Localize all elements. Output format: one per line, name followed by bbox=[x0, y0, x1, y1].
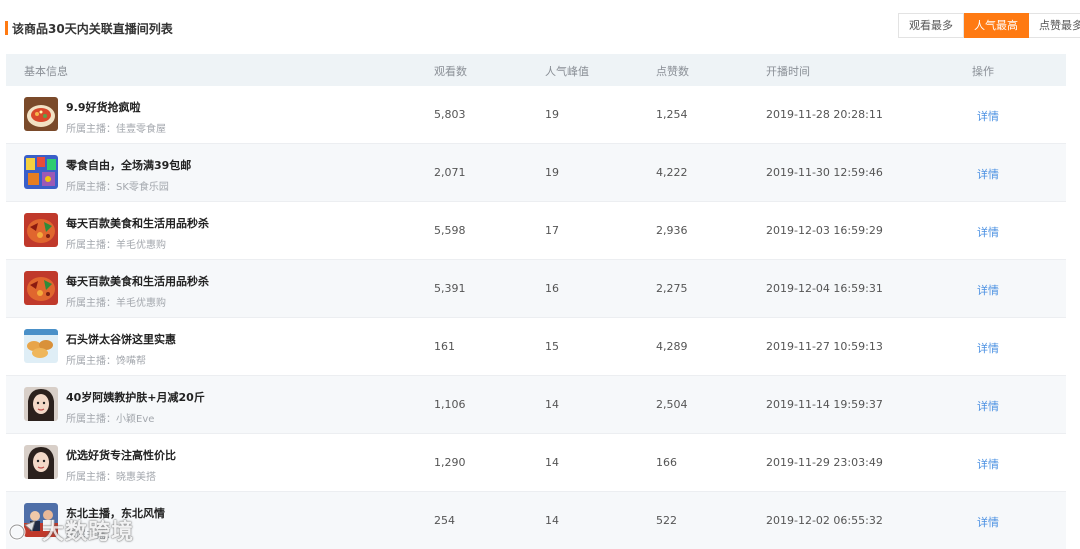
start-time-value: 2019-11-28 20:28:11 bbox=[766, 108, 883, 121]
likes-value: 166 bbox=[656, 456, 677, 469]
detail-link[interactable]: 详情 bbox=[977, 456, 999, 472]
table-row: 9.9好货抢疯啦所属主播：佳壹零食屋 5,803 19 1,254 2019-11-28… bbox=[6, 86, 1066, 144]
title-accent-bar bbox=[5, 21, 8, 35]
watermark-text: 大数跨境 bbox=[42, 520, 135, 545]
page-title: 该商品30天内关联直播间列表 bbox=[12, 22, 173, 36]
header-peak: 人气峰值 bbox=[545, 65, 589, 78]
start-time-value: 2019-11-30 12:59:46 bbox=[766, 166, 883, 179]
views-value: 1,106 bbox=[434, 398, 466, 411]
table-row: 优选好货专注高性价比 所属主播：晓惠美搭 1,290 14 166 2019-11-29 … bbox=[6, 434, 1066, 492]
peak-value: 14 bbox=[545, 456, 559, 469]
live-room-thumbnail bbox=[24, 329, 58, 363]
anchor-label: 所属主播：羊毛优惠购 bbox=[66, 298, 166, 309]
anchor-label: 所属主播：小颖Eve bbox=[66, 414, 155, 425]
anchor-label: 所属主播：佳壹零食屋 bbox=[66, 124, 166, 135]
views-value: 5,598 bbox=[434, 224, 466, 237]
page-header: 该商品30天内关联直播间列表 观看最多 人气最高 点赞最多 bbox=[0, 0, 1080, 54]
header-views: 观看数 bbox=[434, 65, 467, 78]
peak-value: 19 bbox=[545, 166, 559, 179]
views-value: 5,391 bbox=[434, 282, 466, 295]
views-value: 2,071 bbox=[434, 166, 466, 179]
views-value: 161 bbox=[434, 340, 455, 353]
detail-link[interactable]: 详情 bbox=[977, 166, 999, 182]
watermark: 大数跨境 bbox=[8, 514, 134, 546]
table-row: 每天百款美食和生活用品秒杀 所属主播：羊毛优惠购 5,391 16 2,275 2019-… bbox=[6, 260, 1066, 318]
sort-most-popular-button[interactable]: 人气最高 bbox=[964, 13, 1029, 38]
views-value: 254 bbox=[434, 514, 455, 527]
views-value: 5,803 bbox=[434, 108, 466, 121]
table-row: 每天百款美食和生活用品秒杀 所属主播：羊毛优惠购 5,598 17 2,936 2019-… bbox=[6, 202, 1066, 260]
anchor-label: 所属主播：馋嘴帮 bbox=[66, 356, 146, 367]
likes-value: 1,254 bbox=[656, 108, 688, 121]
watermark-logo-icon bbox=[8, 520, 36, 541]
start-time-value: 2019-11-27 10:59:13 bbox=[766, 340, 883, 353]
sort-most-viewed-button[interactable]: 观看最多 bbox=[898, 13, 964, 38]
anchor-label: 所属主播：羊毛优惠购 bbox=[66, 240, 166, 251]
detail-link[interactable]: 详情 bbox=[977, 398, 999, 414]
likes-value: 522 bbox=[656, 514, 677, 527]
start-time-value: 2019-12-03 16:59:29 bbox=[766, 224, 883, 237]
table-row: 石头饼太谷饼这里实惠 所属主播：馋嘴帮 161 15 4,289 2019-11-27 1… bbox=[6, 318, 1066, 376]
detail-link[interactable]: 详情 bbox=[977, 108, 999, 124]
live-room-thumbnail bbox=[24, 155, 58, 189]
likes-value: 4,222 bbox=[656, 166, 688, 179]
header-basic-info: 基本信息 bbox=[24, 65, 68, 78]
live-room-name: 优选好货专注高性价比 bbox=[66, 449, 176, 462]
views-value: 1,290 bbox=[434, 456, 466, 469]
peak-value: 15 bbox=[545, 340, 559, 353]
table-body: 9.9好货抢疯啦所属主播：佳壹零食屋 5,803 19 1,254 2019-11-28… bbox=[6, 86, 1066, 549]
live-room-name: 每天百款美食和生活用品秒杀 bbox=[66, 217, 209, 230]
live-room-thumbnail bbox=[24, 213, 58, 247]
peak-value: 14 bbox=[545, 514, 559, 527]
start-time-value: 2019-11-14 19:59:37 bbox=[766, 398, 883, 411]
start-time-value: 2019-12-02 06:55:32 bbox=[766, 514, 883, 527]
live-room-name: 石头饼太谷饼这里实惠 bbox=[66, 333, 176, 346]
live-room-name: 零食自由，全场满39包邮 bbox=[66, 159, 192, 172]
live-room-thumbnail bbox=[24, 387, 58, 421]
peak-value: 16 bbox=[545, 282, 559, 295]
detail-link[interactable]: 详情 bbox=[977, 340, 999, 356]
live-room-thumbnail bbox=[24, 97, 58, 131]
table-row: 零食自由，全场满39包邮 所属主播：SK零食乐园 2,071 19 4,222 2019-… bbox=[6, 144, 1066, 202]
peak-value: 14 bbox=[545, 398, 559, 411]
table-header: 基本信息 观看数 人气峰值 点赞数 开播时间 操作 bbox=[6, 54, 1066, 86]
likes-value: 2,504 bbox=[656, 398, 688, 411]
detail-link[interactable]: 详情 bbox=[977, 224, 999, 240]
anchor-label: 所属主播：晓惠美搭 bbox=[66, 472, 156, 483]
live-room-name: 每天百款美食和生活用品秒杀 bbox=[66, 275, 209, 288]
start-time-value: 2019-12-04 16:59:31 bbox=[766, 282, 883, 295]
header-start-time: 开播时间 bbox=[766, 65, 810, 78]
likes-value: 2,936 bbox=[656, 224, 688, 237]
header-likes: 点赞数 bbox=[656, 65, 689, 78]
live-room-name: 9.9好货抢疯啦 bbox=[66, 101, 141, 114]
live-room-name: 40岁阿姨教护肤+月减20斤 bbox=[66, 391, 205, 404]
anchor-label: 所属主播：SK零食乐园 bbox=[66, 182, 169, 193]
peak-value: 19 bbox=[545, 108, 559, 121]
live-room-table: 基本信息 观看数 人气峰值 点赞数 开播时间 操作 9.9好货抢疯啦所属主播：佳… bbox=[6, 54, 1066, 549]
likes-value: 4,289 bbox=[656, 340, 688, 353]
live-room-thumbnail bbox=[24, 271, 58, 305]
table-row: 40岁阿姨教护肤+月减20斤 所属主播：小颖Eve 1,106 14 2,504 2019… bbox=[6, 376, 1066, 434]
sort-most-liked-button[interactable]: 点赞最多 bbox=[1029, 13, 1080, 38]
likes-value: 2,275 bbox=[656, 282, 688, 295]
live-room-thumbnail bbox=[24, 445, 58, 479]
sort-toggle-group: 观看最多 人气最高 点赞最多 bbox=[898, 13, 1080, 38]
table-row: 东北主播，东北风情 所属主播： 254 14 522 2019-12-02 06:55:3… bbox=[6, 492, 1066, 549]
detail-link[interactable]: 详情 bbox=[977, 514, 999, 530]
start-time-value: 2019-11-29 23:03:49 bbox=[766, 456, 883, 469]
header-action: 操作 bbox=[972, 65, 994, 78]
detail-link[interactable]: 详情 bbox=[977, 282, 999, 298]
peak-value: 17 bbox=[545, 224, 559, 237]
